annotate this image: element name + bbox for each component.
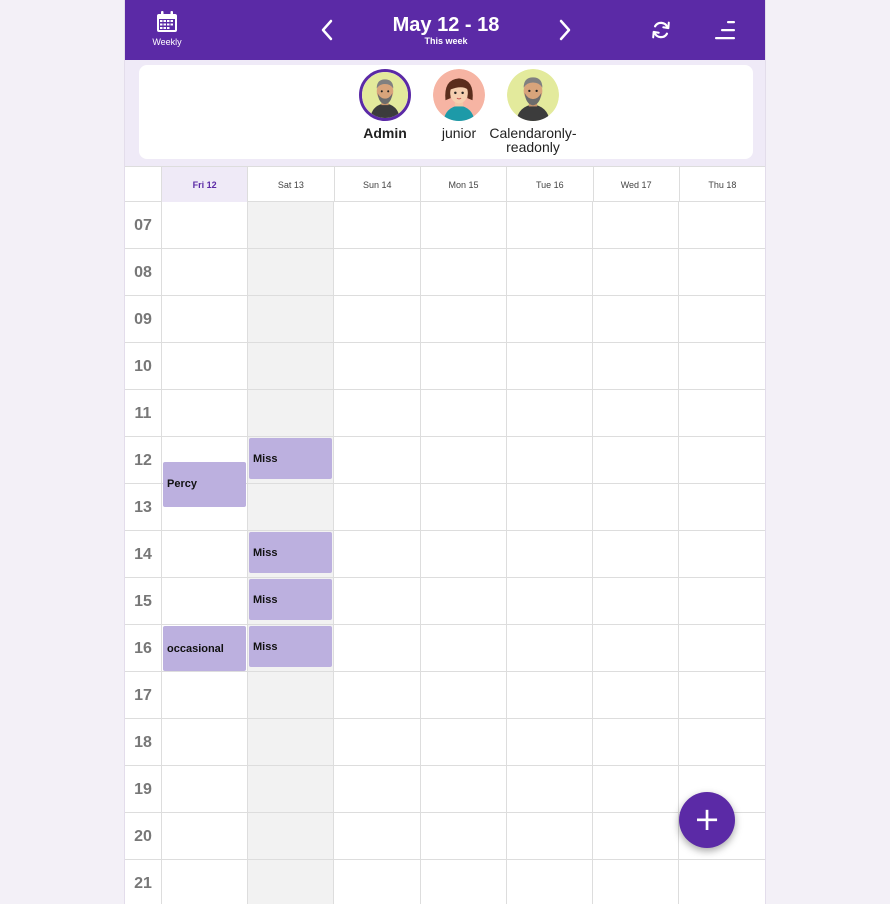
week-title-block[interactable]: May 12 - 18 This week	[346, 14, 546, 46]
hour-label: 09	[134, 310, 152, 328]
hour-label: 11	[134, 404, 152, 422]
calendar-event[interactable]: Miss	[249, 438, 332, 480]
hour-label: 15	[134, 592, 152, 610]
user-name: Calendaronly-readonly	[489, 125, 577, 155]
column-divider	[592, 202, 593, 904]
user-selector-bar: Admin junior Calendaronly-readonly	[125, 60, 765, 166]
calendar-event[interactable]: Miss	[249, 532, 332, 574]
user-selector-card: Admin junior Calendaronly-readonly	[139, 65, 753, 159]
add-event-button[interactable]: +	[679, 792, 735, 848]
hour-row[interactable]: 20	[125, 813, 765, 860]
hour-label: 07	[134, 216, 152, 234]
hour-label: 16	[134, 639, 152, 657]
column-divider	[333, 202, 334, 904]
girl-brown-hair-avatar-icon	[433, 69, 485, 121]
hour-label: 10	[134, 357, 152, 375]
column-divider	[506, 202, 507, 904]
user-calendaronly-readonly[interactable]: Calendaronly-readonly	[485, 69, 581, 154]
hour-row[interactable]: 14	[125, 531, 765, 578]
day-header-tue[interactable]: Tue 16	[506, 167, 592, 202]
hour-label: 17	[134, 686, 152, 704]
calendar-event[interactable]: occasional	[163, 626, 246, 671]
hour-row[interactable]: 08	[125, 249, 765, 296]
refresh-icon	[652, 21, 670, 39]
chevron-right-icon	[559, 19, 571, 41]
hour-row[interactable]: 07	[125, 202, 765, 249]
calendar-event[interactable]: Miss	[249, 626, 332, 668]
menu-button[interactable]	[709, 14, 741, 46]
day-header-fri[interactable]: Fri 12	[161, 167, 248, 202]
day-header-sun[interactable]: Sun 14	[333, 167, 420, 202]
week-title: May 12 - 18	[392, 14, 500, 36]
calendar-event[interactable]: Miss	[249, 579, 332, 621]
hour-row[interactable]: 17	[125, 672, 765, 719]
column-divider	[420, 202, 421, 904]
avatar	[433, 69, 485, 121]
view-label: Weekly	[152, 37, 182, 47]
hour-label: 18	[134, 733, 152, 751]
hour-row[interactable]: 21	[125, 860, 765, 904]
chevron-left-icon	[321, 19, 333, 41]
calendar-event[interactable]: Percy	[163, 461, 246, 507]
week-subtitle: This week	[424, 36, 468, 46]
hour-row[interactable]: 19	[125, 766, 765, 813]
hour-row[interactable]: 18	[125, 719, 765, 766]
top-bar: Weekly May 12 - 18 This week	[125, 0, 765, 60]
day-header-sat[interactable]: Sat 13	[247, 167, 333, 202]
day-header-thu[interactable]: Thu 18	[678, 167, 765, 202]
day-header-wed[interactable]: Wed 17	[592, 167, 679, 202]
view-switcher-button[interactable]: Weekly	[139, 8, 195, 54]
day-header-row: Fri 12 Sat 13 Sun 14 Mon 15 Tue 16 Wed 1…	[125, 166, 765, 202]
calendar-icon	[157, 11, 177, 32]
hour-label: 21	[134, 874, 152, 892]
hour-row[interactable]: 09	[125, 296, 765, 343]
avatar	[359, 69, 411, 121]
hour-row[interactable]: 10	[125, 343, 765, 390]
man-gray-beard-avatar-icon	[362, 72, 408, 118]
man-gray-beard-avatar-icon	[507, 69, 559, 121]
hour-label: 13	[134, 498, 152, 516]
refresh-button[interactable]	[645, 14, 677, 46]
calendar-app: Weekly May 12 - 18 This week Admin junio…	[124, 0, 766, 904]
hour-label: 19	[134, 780, 152, 798]
column-divider	[678, 202, 679, 904]
hour-label: 08	[134, 263, 152, 281]
menu-icon	[715, 21, 735, 40]
next-week-button[interactable]	[549, 14, 581, 46]
hour-row[interactable]: 15	[125, 578, 765, 625]
hour-label: 20	[134, 827, 152, 845]
day-header-mon[interactable]: Mon 15	[419, 167, 506, 202]
hour-label: 14	[134, 545, 152, 563]
week-grid[interactable]: 07 08 09 10 11 12 13 14 15 16 17 18 19 20 21 Percy occas…	[125, 202, 765, 904]
column-divider	[161, 202, 162, 904]
previous-week-button[interactable]	[311, 14, 343, 46]
column-divider	[247, 202, 248, 904]
hour-label: 12	[134, 451, 152, 469]
hour-row[interactable]: 11	[125, 390, 765, 437]
avatar	[507, 69, 559, 121]
